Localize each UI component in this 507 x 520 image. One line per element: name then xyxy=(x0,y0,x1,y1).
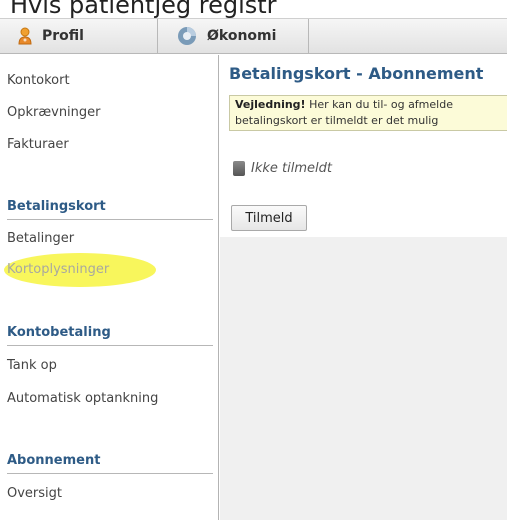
economy-icon xyxy=(177,26,197,46)
top-nav-bar: Profil Økonomi xyxy=(0,18,507,54)
section-betalingskort: Betalingskort xyxy=(7,199,213,220)
sidebar-item-kortoplysninger[interactable]: Kortoplysninger xyxy=(7,262,109,277)
sidebar-item-kontokort[interactable]: Kontokort xyxy=(7,73,70,88)
tab-profil-label: Profil xyxy=(42,28,84,44)
main-content: Betalingskort - Abonnement Vejledning! H… xyxy=(220,55,507,520)
section-abonnement: Abonnement xyxy=(7,453,213,474)
sidebar-item-betalinger[interactable]: Betalinger xyxy=(7,231,74,246)
tilmeld-button[interactable]: Tilmeld xyxy=(231,205,307,231)
sidebar-item-fakturaer[interactable]: Fakturaer xyxy=(7,137,69,152)
top-clipped-strip: Hvis patientjeg registr xyxy=(0,0,507,18)
user-icon xyxy=(18,27,32,45)
notice-bold-label: Vejledning! xyxy=(235,98,306,111)
guidance-notice: Vejledning! Her kan du til- og afmelde b… xyxy=(229,95,507,131)
tab-okonomi[interactable]: Økonomi xyxy=(159,19,309,53)
section-kontobetaling: Kontobetaling xyxy=(7,325,213,346)
sidebar-item-oversigt[interactable]: Oversigt xyxy=(7,486,62,501)
clipped-text: Hvis patientjeg registr xyxy=(10,0,277,18)
tab-okonomi-label: Økonomi xyxy=(207,28,277,44)
notice-line-2: betalingskort er tilmeldt er det mulig xyxy=(235,114,439,127)
sidebar: Kontokort Opkrævninger Fakturaer Betalin… xyxy=(0,55,219,520)
sidebar-item-automatisk-optankning[interactable]: Automatisk optankning xyxy=(7,391,158,406)
page-title: Betalingskort - Abonnement xyxy=(229,64,484,83)
notice-line-1: Her kan du til- og afmelde xyxy=(305,98,453,111)
content-panel: Betalingskort - Abonnement Vejledning! H… xyxy=(220,55,507,237)
status-text: Ikke tilmeldt xyxy=(251,161,332,176)
sidebar-item-opkraevninger[interactable]: Opkrævninger xyxy=(7,105,101,120)
card-icon xyxy=(233,161,245,176)
sidebar-item-tank-op[interactable]: Tank op xyxy=(7,358,57,373)
tab-profil[interactable]: Profil xyxy=(0,19,158,53)
subscription-status: Ikke tilmeldt xyxy=(233,161,332,176)
